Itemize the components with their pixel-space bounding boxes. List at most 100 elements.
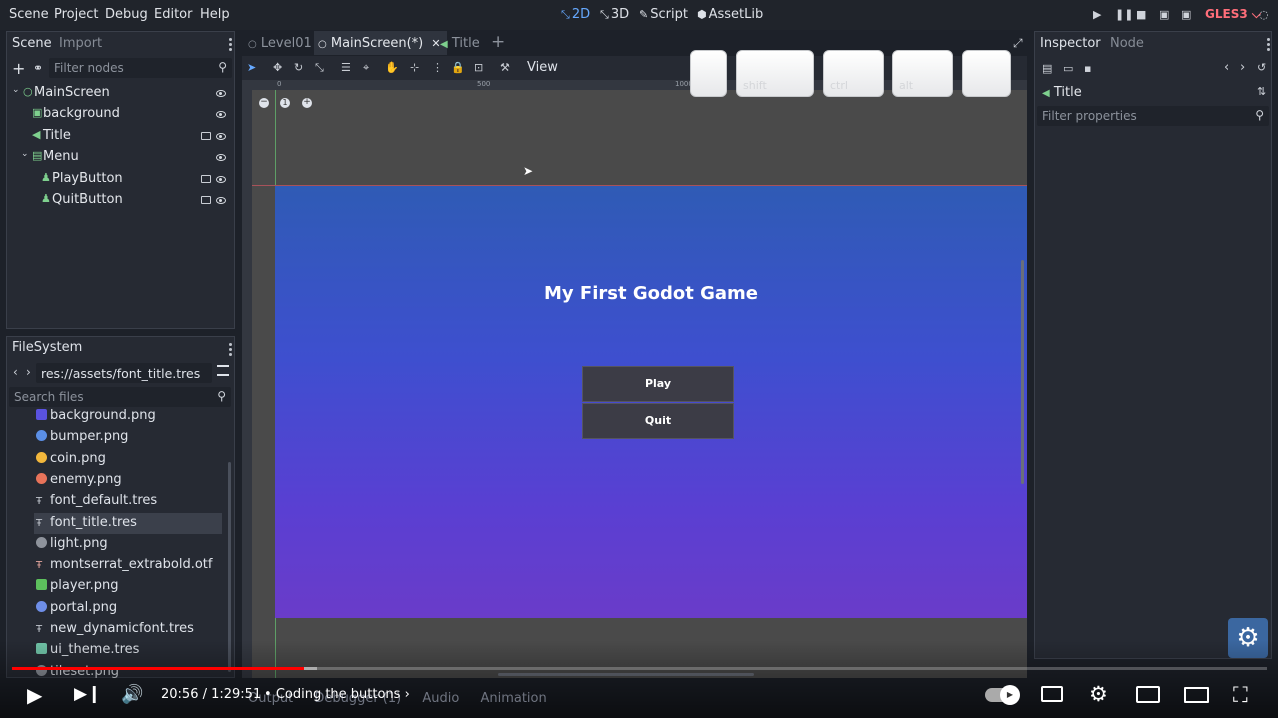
file-item[interactable]: Ŧmontserrat_extrabold.otf: [34, 555, 222, 576]
zoom-out-icon[interactable]: −: [259, 98, 269, 108]
file-item[interactable]: player.png: [34, 576, 222, 597]
renderer-selector[interactable]: GLES3 ⌵: [1205, 7, 1261, 22]
tab-title[interactable]: ◀ Title: [440, 36, 480, 51]
lock-icon[interactable]: 🔒: [451, 61, 465, 74]
tree-node[interactable]: ⌄ ▤ Menu: [7, 149, 234, 169]
path-field[interactable]: res://assets/font_title.tres: [36, 363, 212, 383]
object-properties-icon[interactable]: ⇅: [1257, 85, 1266, 98]
visibility-eye-icon[interactable]: [216, 175, 226, 183]
viewport-scrollbar-v[interactable]: [1021, 260, 1024, 484]
canvas-viewport[interactable]: ➤ ✥ ↻ ⤡ ☰ ⌖ ✋ ⊹ ⋮ 🔒 ⊡ ⚒ View 0 500 1000 …: [242, 56, 1027, 678]
open-folder-icon[interactable]: ▭: [1063, 62, 1073, 75]
workspace-assetlib[interactable]: ⬢ AssetLib: [697, 7, 763, 22]
save-icon[interactable]: ▪: [1084, 62, 1091, 75]
signal-icon[interactable]: [201, 174, 211, 183]
history-forward-icon[interactable]: ›: [1240, 60, 1245, 75]
file-item[interactable]: light.png: [34, 534, 222, 555]
visibility-eye-icon[interactable]: [216, 197, 226, 204]
collapse-icon[interactable]: ⌄: [12, 85, 20, 95]
skeleton-icon[interactable]: ⚒: [500, 61, 510, 74]
group-icon[interactable]: ⊡: [474, 61, 483, 74]
menu-scene[interactable]: Scene: [9, 7, 49, 22]
zoom-in-icon[interactable]: +: [302, 98, 312, 108]
tab-import[interactable]: Import: [59, 36, 102, 51]
file-item[interactable]: bumper.png: [34, 427, 222, 448]
game-title[interactable]: My First Godot Game: [275, 283, 1027, 304]
menu-editor[interactable]: Editor: [154, 7, 192, 22]
zoom-reset-icon[interactable]: 1: [280, 98, 290, 108]
scene-menu-icon[interactable]: [229, 38, 232, 53]
next-icon[interactable]: ▶❙: [74, 684, 101, 704]
pause-icon[interactable]: ❚❚: [1115, 8, 1133, 21]
select-tool-icon[interactable]: ➤: [247, 61, 256, 74]
play-custom-icon[interactable]: ▣: [1181, 8, 1191, 21]
settings-icon[interactable]: ⚙: [1089, 682, 1108, 706]
play-scene-icon[interactable]: ▶: [1093, 8, 1101, 21]
autoplay-toggle[interactable]: ▶: [985, 685, 1020, 705]
dock-audio[interactable]: Audio: [422, 691, 459, 706]
tree-node[interactable]: ♟ PlayButton: [7, 171, 234, 191]
add-node-icon[interactable]: +: [12, 59, 25, 78]
scale-tool-icon[interactable]: ⤡: [315, 61, 324, 75]
link-icon[interactable]: ⚭: [33, 61, 43, 75]
inspector-menu-icon[interactable]: [1267, 38, 1270, 53]
play-current-icon[interactable]: ▣: [1159, 8, 1169, 21]
file-item[interactable]: Ŧfont_default.tres: [34, 491, 222, 512]
tree-node[interactable]: ⌄ ○ MainScreen: [7, 85, 234, 105]
history-icon[interactable]: ↺: [1257, 61, 1266, 74]
workspace-script[interactable]: ✎ Script: [639, 7, 688, 22]
theater-mode-icon[interactable]: [1184, 687, 1209, 703]
chapter-title[interactable]: • Coding the buttons ›: [264, 687, 410, 702]
forward-icon[interactable]: ›: [26, 365, 31, 379]
new-tab-icon[interactable]: +: [491, 32, 505, 52]
tree-node[interactable]: ▣ background: [7, 106, 234, 126]
tab-inspector[interactable]: Inspector: [1040, 36, 1101, 51]
signal-icon[interactable]: [201, 196, 211, 204]
list-select-icon[interactable]: ☰: [341, 61, 351, 74]
history-back-icon[interactable]: ‹: [1224, 60, 1229, 75]
stop-icon[interactable]: ■: [1136, 8, 1146, 21]
tab-scene[interactable]: Scene: [12, 36, 52, 51]
pan-tool-icon[interactable]: ✋: [385, 61, 399, 74]
visibility-eye-icon[interactable]: [216, 111, 226, 119]
tree-node[interactable]: ♟ QuitButton: [7, 192, 234, 212]
subtitles-icon[interactable]: [1041, 686, 1063, 702]
tab-level01[interactable]: ○ Level01: [248, 36, 312, 51]
new-resource-icon[interactable]: ▤: [1042, 62, 1052, 75]
visibility-eye-icon[interactable]: [216, 90, 226, 97]
tree-node[interactable]: ◀ Title: [7, 128, 234, 148]
collapse-icon[interactable]: ⌄: [21, 149, 29, 159]
file-item[interactable]: enemy.png: [34, 470, 222, 491]
more-options-icon[interactable]: ⋮: [432, 61, 443, 74]
menu-debug[interactable]: Debug: [105, 7, 148, 22]
tab-mainscreen[interactable]: ○ MainScreen(*) ✕: [314, 31, 447, 55]
miniplayer-icon[interactable]: [1136, 686, 1160, 703]
play-icon[interactable]: ▶: [27, 683, 42, 707]
menu-project[interactable]: Project: [54, 7, 98, 22]
file-item[interactable]: portal.png: [34, 598, 222, 619]
fullscreen-icon[interactable]: ⛶: [1233, 683, 1248, 708]
back-icon[interactable]: ‹: [13, 365, 18, 379]
volume-icon[interactable]: 🔊: [121, 684, 143, 705]
file-item[interactable]: background.png: [34, 406, 222, 427]
play-button[interactable]: Play: [582, 366, 734, 402]
pivot-tool-icon[interactable]: ⌖: [363, 61, 369, 75]
search-files-input[interactable]: Search files ⚲: [9, 387, 231, 407]
filter-nodes-input[interactable]: Filter nodes ⚲: [49, 58, 232, 78]
workspace-3d[interactable]: ⤡ 3D: [600, 7, 629, 22]
split-mode-icon[interactable]: [217, 365, 229, 376]
move-tool-icon[interactable]: ✥: [273, 61, 282, 74]
workspace-2d[interactable]: ⤡ 2D: [561, 7, 590, 22]
dock-animation[interactable]: Animation: [480, 691, 546, 706]
file-item[interactable]: coin.png: [34, 449, 222, 470]
file-item[interactable]: Ŧfont_title.tres: [34, 512, 222, 534]
view-menu[interactable]: View: [527, 60, 558, 75]
tab-node[interactable]: Node: [1110, 36, 1144, 51]
visibility-eye-icon[interactable]: [216, 132, 226, 140]
game-background[interactable]: My First Godot Game Play Quit: [275, 186, 1027, 618]
visibility-eye-icon[interactable]: [216, 154, 226, 162]
quit-button[interactable]: Quit: [582, 403, 734, 439]
snap-icon[interactable]: ⊹: [410, 61, 419, 74]
menu-help[interactable]: Help: [200, 7, 230, 22]
file-item[interactable]: Ŧnew_dynamicfont.tres: [34, 619, 222, 640]
